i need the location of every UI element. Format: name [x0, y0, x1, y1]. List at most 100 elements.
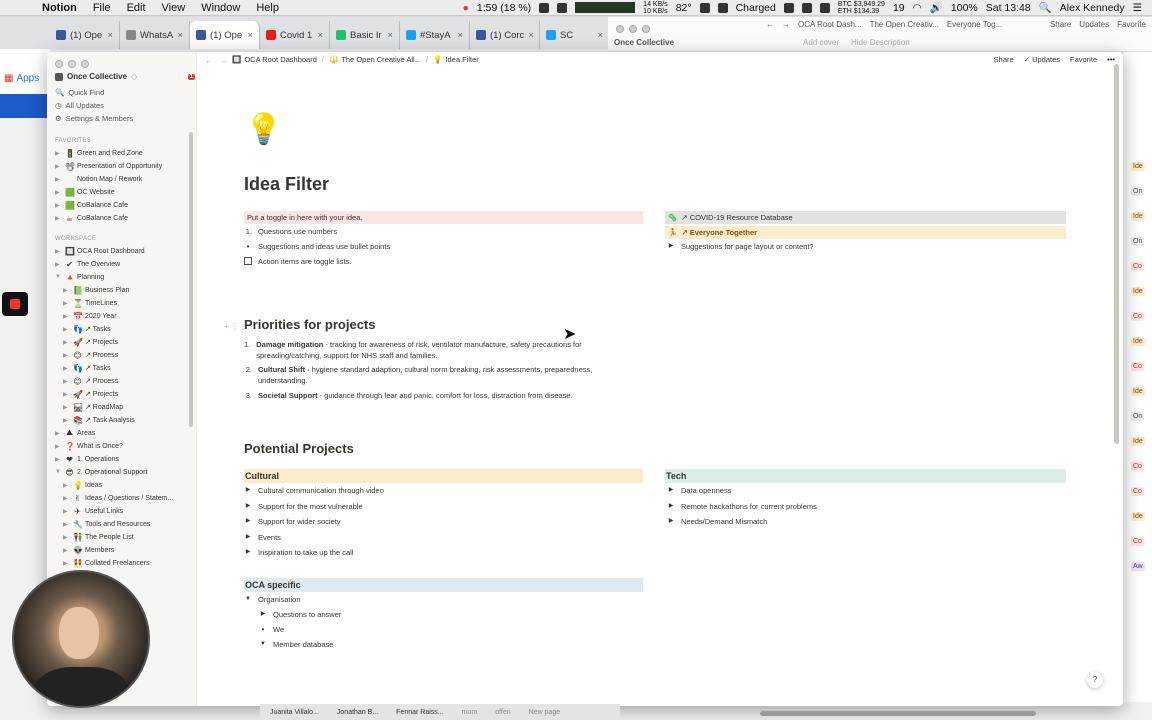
record-icon[interactable]: ● [463, 2, 469, 14]
toggle-arrow-icon[interactable]: ▶ [667, 241, 675, 252]
close-icon[interactable] [616, 25, 624, 33]
toggle-arrow-icon[interactable]: ▶ [244, 547, 252, 558]
zoom-icon[interactable] [81, 60, 89, 68]
settings-button[interactable]: ⚙ Settings & Members [55, 114, 133, 123]
expand-arrow-icon[interactable]: ▶ [63, 352, 70, 359]
sidebar-workspace-item[interactable]: ▶ ⏳ TimeLines [63, 297, 117, 309]
expand-arrow-icon[interactable]: ▶ [63, 417, 70, 424]
page-icon[interactable]: 💡 [245, 112, 282, 147]
workspace-switcher[interactable]: Once Collective ◇ 1 [55, 72, 195, 81]
toggle-item[interactable]: ▶ Events [244, 532, 281, 543]
time-remaining[interactable]: 1:59 (18 %) [477, 2, 531, 14]
crypto-ticker[interactable]: BTC $3,949.29 ETH $134.39 [838, 1, 885, 15]
sidebar-favorite-item[interactable]: ▶ 📽 Presentation of Opportunity [55, 160, 162, 172]
sidebar-workspace-item[interactable]: ▶ 🚀 ↗ Projects [63, 336, 118, 348]
expand-arrow-icon[interactable]: ▶ [63, 404, 70, 411]
menu-app-name[interactable]: Notion [34, 2, 85, 14]
app-icon[interactable] [699, 2, 710, 13]
sidebar-favorite-item[interactable]: ▶ 🟩 CoBalance Cafe [55, 199, 128, 211]
app-icon[interactable] [819, 2, 830, 13]
toggle-arrow-icon[interactable]: ▶ [667, 501, 675, 512]
sidebar-favorite-item[interactable]: ▶ ☕ CoBalance Cafe [55, 212, 128, 224]
back-icon[interactable]: ← [766, 20, 774, 29]
browser-tab[interactable]: Basic Ir × [330, 21, 400, 49]
sidebar-workspace-item[interactable]: ▶ ❓ What is Once? [55, 440, 123, 452]
sidebar-workspace-item[interactable]: ▶ 😊 ↗ Process [63, 349, 118, 361]
expand-arrow-icon[interactable]: ▶ [63, 534, 70, 541]
link-covid-database[interactable]: 🦠 ↗ COVID-19 Resource Database [665, 211, 1066, 224]
ghost-workspace[interactable]: Once Collective [614, 38, 674, 47]
sidebar-workspace-item[interactable]: ▶ ✌ Ideas / Questions / Statem... [63, 492, 173, 504]
activity-graph-icon[interactable] [575, 2, 636, 13]
menu-view[interactable]: View [154, 2, 194, 14]
forward-icon[interactable]: → [782, 20, 790, 29]
todo-item[interactable]: Action items are toggle lists. [244, 256, 351, 267]
share-button[interactable]: Share [994, 55, 1014, 64]
app-icon[interactable] [783, 2, 794, 13]
toggle-item[interactable]: ▶ Remote hackathons for current problems [667, 501, 817, 512]
heading-tech[interactable]: Tech [665, 469, 1066, 483]
expand-arrow-icon[interactable]: ▶ [63, 508, 70, 515]
clock[interactable]: Sat 13:48 [986, 2, 1031, 14]
toggle-item[interactable]: ▶ Support for the most vulnerable [244, 501, 363, 512]
stop-record-icon[interactable] [2, 292, 28, 316]
sidebar-workspace-item[interactable]: ▶ 📚 ↗ Task Analysis [63, 414, 135, 426]
toggle-open-icon[interactable]: ▼ [244, 594, 252, 605]
taskbar-item[interactable]: Juanita Villalo... [270, 709, 319, 716]
heading-cultural[interactable]: Cultural [244, 469, 643, 483]
add-cover-button[interactable]: Add cover [803, 38, 839, 47]
toggle-arrow-icon[interactable]: ▶ [667, 516, 675, 527]
expand-arrow-icon[interactable]: ▶ [63, 300, 70, 307]
menu-edit[interactable]: Edit [119, 2, 154, 14]
zoom-icon[interactable] [642, 25, 650, 33]
taskbar-item[interactable]: offeri [495, 709, 510, 716]
ghost-crumb[interactable]: OCA Root Dash... [798, 20, 862, 29]
page-title[interactable]: Idea Filter [244, 174, 329, 195]
sidebar-workspace-item[interactable]: ▶ 🛤 ↗ RoadMap [63, 401, 123, 413]
breadcrumb-item[interactable]: 🔲 OCA Root Dashboard [232, 55, 317, 64]
close-tab-icon[interactable]: × [597, 30, 603, 41]
toggle-arrow-icon[interactable]: ▶ [667, 485, 675, 496]
expand-arrow-icon[interactable]: ▶ [55, 215, 62, 222]
close-icon[interactable] [55, 60, 63, 68]
favorite-button[interactable]: Favorite [1070, 55, 1097, 64]
toggle-item-open[interactable]: ▼ Organisation [244, 594, 301, 605]
sidebar-workspace-item[interactable]: ▶ 🔲 OCA Root Dashboard [55, 245, 145, 257]
updates-button[interactable]: Updates [1079, 20, 1109, 29]
temperature[interactable]: 82° [676, 2, 692, 14]
menu-help[interactable]: Help [248, 2, 287, 14]
toggle-item[interactable]: ▶ Suggestions for page layout or content? [667, 241, 814, 252]
sidebar-favorite-item[interactable]: ▶ Notion Map / Rework [55, 173, 142, 185]
app-icon[interactable] [539, 2, 550, 13]
sidebar-workspace-item[interactable]: ▶ ⛰ Areas [55, 427, 95, 439]
share-button[interactable]: Share [1050, 20, 1071, 29]
toggle-item[interactable]: ▶ Support for wider society [244, 516, 341, 527]
app-icon[interactable] [717, 2, 728, 13]
battery-percent[interactable]: 100% [951, 2, 978, 14]
page-scrollbar[interactable] [1114, 64, 1119, 444]
expand-arrow-icon[interactable]: ▶ [63, 378, 70, 385]
menu-file[interactable]: File [85, 2, 119, 14]
bullet-item[interactable]: • Suggestions and ideas use bullet points [244, 241, 391, 252]
expand-arrow-icon[interactable]: ▶ [55, 189, 62, 196]
expand-arrow-icon[interactable]: ▶ [55, 456, 62, 463]
expand-arrow-icon[interactable]: ▶ [55, 430, 62, 437]
horizontal-scrollbar[interactable] [760, 711, 1036, 716]
toggle-item[interactable]: ▶ Data openness [667, 485, 732, 496]
expand-arrow-icon[interactable]: ▶ [55, 443, 62, 450]
expand-arrow-icon[interactable]: ▶ [63, 326, 70, 333]
user-name[interactable]: Alex Kennedy [1060, 2, 1125, 14]
bullet-item[interactable]: • We [259, 624, 285, 635]
charged-status[interactable]: Charged [736, 2, 776, 14]
taskbar-item[interactable]: Fennar Raiss... [396, 709, 443, 716]
breadcrumb-item[interactable]: 💡 Idea Filter [433, 55, 479, 64]
toggle-arrow-icon[interactable]: ▶ [259, 609, 267, 620]
taskbar-item[interactable]: mom [462, 709, 478, 716]
sidebar-workspace-item[interactable]: ▶ 👽 Members [63, 544, 114, 556]
sidebar-workspace-item[interactable]: ▶ ❤ 1. Operations [55, 453, 119, 465]
toggle-item[interactable]: ▶ Needs/Demand Mismatch [667, 516, 768, 527]
close-tab-icon[interactable]: × [387, 30, 393, 41]
expand-arrow-icon[interactable]: ▶ [55, 163, 62, 170]
sidebar-favorite-item[interactable]: ▶ 🚦 Green and Red Zone [55, 147, 143, 159]
expand-arrow-icon[interactable]: ▶ [63, 287, 70, 294]
